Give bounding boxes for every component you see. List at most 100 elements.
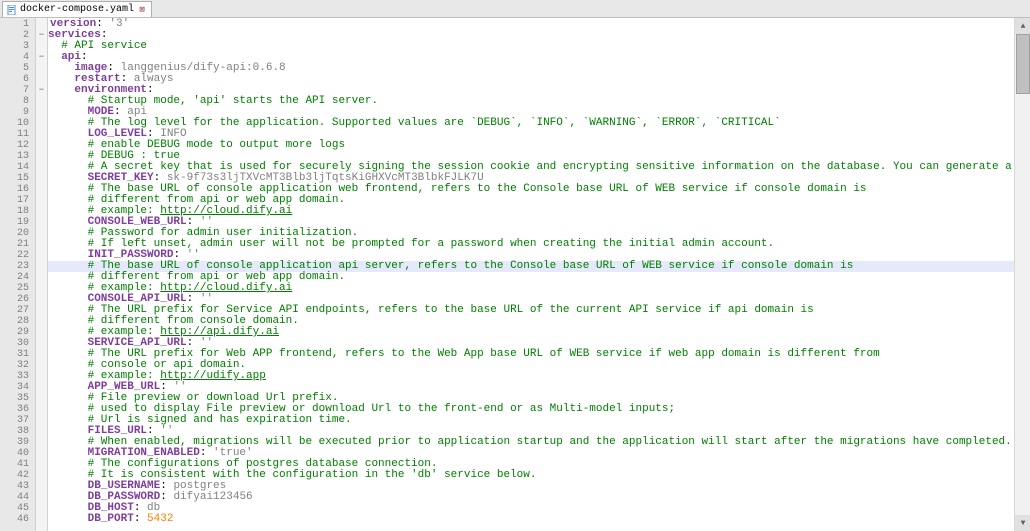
fold-spacer (36, 327, 47, 338)
line-number: 42 (0, 470, 35, 481)
editor: 1234567891011121314151617181920212223242… (0, 18, 1030, 531)
line-number: 29 (0, 327, 35, 338)
line-number: 26 (0, 294, 35, 305)
code-line[interactable]: # The log level for the application. Sup… (48, 118, 1030, 129)
line-number-gutter: 1234567891011121314151617181920212223242… (0, 18, 36, 531)
fold-spacer (36, 107, 47, 118)
fold-spacer (36, 448, 47, 459)
fold-spacer (36, 481, 47, 492)
fold-spacer (36, 173, 47, 184)
fold-spacer (36, 382, 47, 393)
fold-toggle[interactable]: − (36, 30, 47, 41)
code-line[interactable]: DB_PORT: 5432 (48, 514, 1030, 525)
line-number: 37 (0, 415, 35, 426)
code-line[interactable]: # Startup mode, 'api' starts the API ser… (48, 96, 1030, 107)
fold-spacer (36, 503, 47, 514)
fold-spacer (36, 371, 47, 382)
line-number: 25 (0, 283, 35, 294)
fold-spacer (36, 404, 47, 415)
line-number: 27 (0, 305, 35, 316)
fold-spacer (36, 184, 47, 195)
fold-spacer (36, 437, 47, 448)
line-number: 9 (0, 107, 35, 118)
code-line[interactable]: # API service (48, 41, 1030, 52)
fold-spacer (36, 206, 47, 217)
code-content[interactable]: version: '3'services: # API service api:… (48, 18, 1030, 531)
fold-spacer (36, 63, 47, 74)
line-number: 39 (0, 437, 35, 448)
fold-spacer (36, 305, 47, 316)
code-line[interactable]: image: langgenius/dify-api:0.6.8 (48, 63, 1030, 74)
line-number: 3 (0, 41, 35, 52)
line-number: 1 (0, 19, 35, 30)
fold-spacer (36, 272, 47, 283)
line-number: 8 (0, 96, 35, 107)
line-number: 17 (0, 195, 35, 206)
fold-spacer (36, 316, 47, 327)
fold-column: − − − (36, 18, 48, 531)
fold-spacer (36, 470, 47, 481)
fold-toggle[interactable]: − (36, 85, 47, 96)
scroll-down-button[interactable]: ▼ (1015, 515, 1030, 531)
line-number: 46 (0, 514, 35, 525)
scroll-up-button[interactable]: ▲ (1015, 18, 1030, 34)
code-line[interactable]: # example: http://udify.app (48, 371, 1030, 382)
line-number: 14 (0, 162, 35, 173)
tab-filename: docker-compose.yaml (20, 4, 134, 15)
line-number: 6 (0, 74, 35, 85)
fold-spacer (36, 261, 47, 272)
fold-spacer (36, 41, 47, 52)
fold-spacer (36, 129, 47, 140)
code-line[interactable]: # enable DEBUG mode to output more logs (48, 140, 1030, 151)
fold-spacer (36, 140, 47, 151)
line-number: 41 (0, 459, 35, 470)
fold-toggle[interactable]: − (36, 52, 47, 63)
code-line[interactable]: DB_PASSWORD: difyai123456 (48, 492, 1030, 503)
line-number: 20 (0, 228, 35, 239)
line-number: 31 (0, 349, 35, 360)
code-line[interactable]: restart: always (48, 74, 1030, 85)
scrollbar-thumb[interactable] (1016, 34, 1030, 94)
code-line[interactable]: services: (48, 30, 1030, 41)
fold-spacer (36, 393, 47, 404)
code-line[interactable]: # Url is signed and has expiration time. (48, 415, 1030, 426)
fold-spacer (36, 228, 47, 239)
fold-spacer (36, 492, 47, 503)
line-number: 22 (0, 250, 35, 261)
fold-spacer (36, 151, 47, 162)
file-tab[interactable]: docker-compose.yaml ⊠ (2, 1, 152, 17)
yaml-file-icon (7, 5, 17, 15)
line-number: 7 (0, 85, 35, 96)
fold-spacer (36, 250, 47, 261)
line-number: 12 (0, 140, 35, 151)
fold-spacer (36, 338, 47, 349)
fold-spacer (36, 19, 47, 30)
fold-spacer (36, 217, 47, 228)
line-number: 13 (0, 151, 35, 162)
line-number: 35 (0, 393, 35, 404)
fold-spacer (36, 162, 47, 173)
line-number: 38 (0, 426, 35, 437)
code-line[interactable]: DB_HOST: db (48, 503, 1030, 514)
line-number: 19 (0, 217, 35, 228)
line-number: 4 (0, 52, 35, 63)
fold-spacer (36, 118, 47, 129)
line-number: 44 (0, 492, 35, 503)
line-number: 18 (0, 206, 35, 217)
fold-spacer (36, 459, 47, 470)
line-number: 33 (0, 371, 35, 382)
fold-spacer (36, 96, 47, 107)
close-icon[interactable]: ⊠ (137, 5, 147, 15)
line-number: 30 (0, 338, 35, 349)
line-number: 21 (0, 239, 35, 250)
line-number: 36 (0, 404, 35, 415)
line-number: 16 (0, 184, 35, 195)
code-line[interactable]: version: '3' (48, 19, 1030, 30)
fold-spacer (36, 415, 47, 426)
fold-spacer (36, 294, 47, 305)
line-number: 45 (0, 503, 35, 514)
line-number: 40 (0, 448, 35, 459)
fold-spacer (36, 360, 47, 371)
fold-spacer (36, 195, 47, 206)
line-number: 2 (0, 30, 35, 41)
